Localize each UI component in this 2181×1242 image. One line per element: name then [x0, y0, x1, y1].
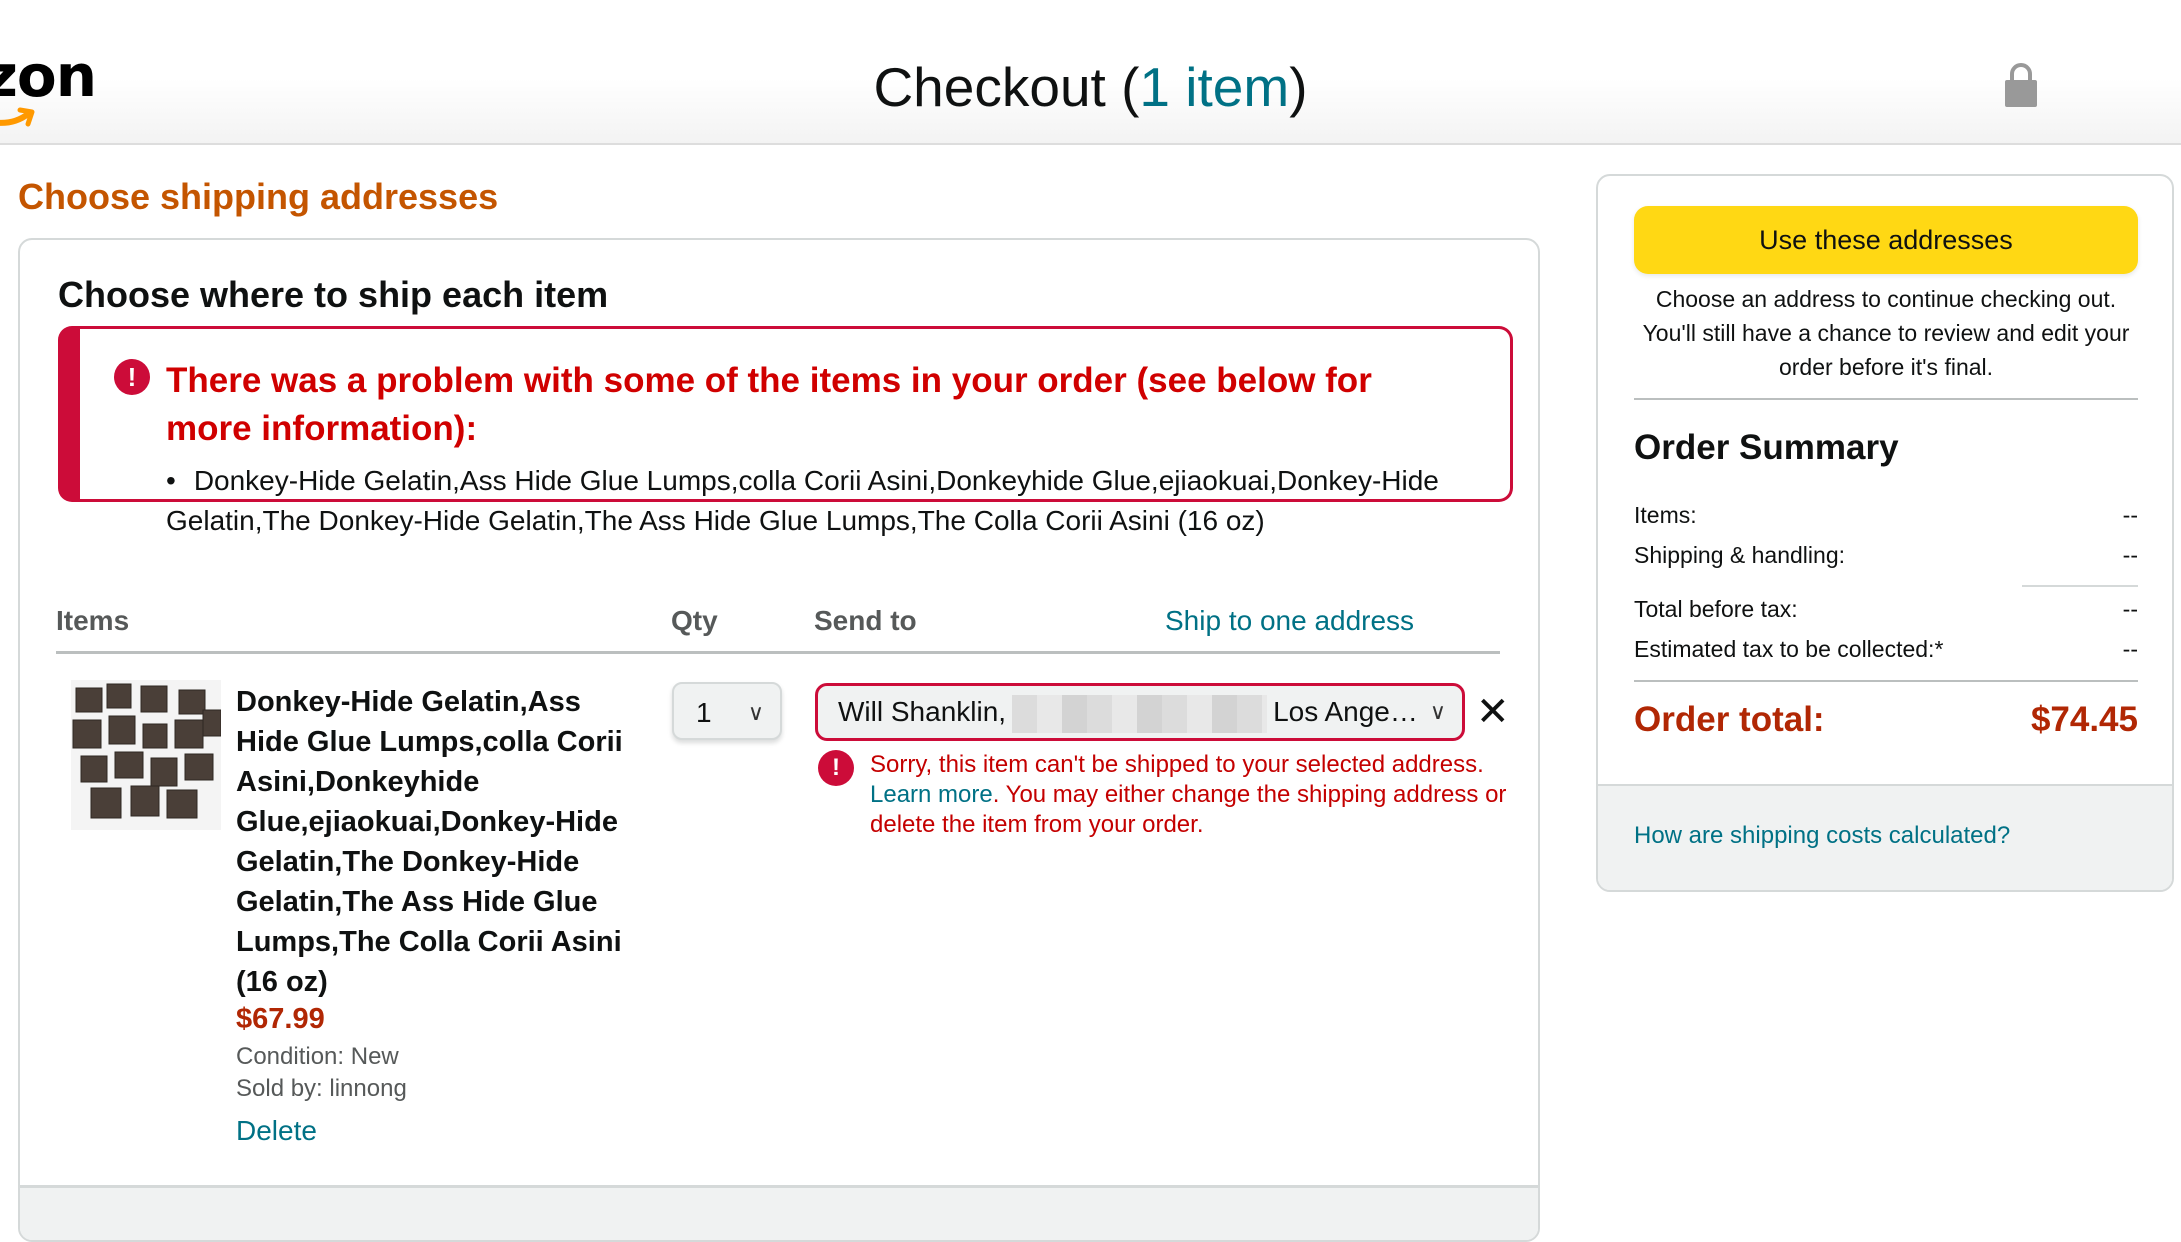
error-icon: ! [818, 750, 854, 786]
summary-value: -- [2122, 502, 2138, 528]
card-heading: Choose where to ship each item [58, 274, 609, 315]
address-name: Will Shanklin, [838, 696, 1007, 727]
ship-to-one-address-link[interactable]: Ship to one address [1165, 605, 1414, 637]
chevron-down-icon: ∨ [747, 700, 764, 725]
summary-label: Estimated tax to be collected:* [1634, 636, 1944, 662]
column-header-items: Items [56, 605, 130, 636]
product-price: $67.99 [236, 1003, 325, 1035]
alert-item-text: Donkey-Hide Gelatin,Ass Hide Glue Lumps,… [166, 465, 1439, 536]
alert-title: There was a problem with some of the ite… [166, 361, 1372, 448]
column-header-send-to: Send to [814, 605, 917, 636]
delete-item-link[interactable]: Delete [236, 1115, 317, 1147]
checkout-header: azon Checkout (1 item) [0, 0, 2181, 145]
gelatin-cubes-image [71, 680, 221, 830]
redacted-address [1012, 694, 1268, 733]
summary-value: -- [2122, 636, 2138, 662]
alert-item: • Donkey-Hide Gelatin,Ass Hide Glue Lumps… [166, 461, 1496, 541]
order-total-value: $74.45 [2030, 700, 2138, 739]
title-text: Checkout [873, 56, 1106, 118]
summary-row-total-before-tax: Total before tax: -- [1634, 596, 2138, 623]
column-header-qty: Qty [671, 605, 718, 636]
order-total-label: Order total: [1634, 700, 1825, 739]
section-title: Choose shipping addresses [18, 176, 499, 217]
quantity-value: 1 [696, 697, 712, 728]
divider [2022, 585, 2138, 587]
product-title[interactable]: Donkey-Hide Gelatin,Ass Hide Glue Lumps,… [236, 682, 646, 1002]
card-footer [20, 1185, 1538, 1240]
summary-value: -- [2122, 596, 2138, 622]
product-condition: Condition: New [236, 1043, 399, 1070]
alert-icon: ! [114, 359, 150, 395]
product-image[interactable] [71, 680, 221, 830]
order-summary-card: Use these addresses Choose an address to… [1596, 174, 2174, 892]
lock-icon [2005, 63, 2037, 107]
summary-row-tax: Estimated tax to be collected:* -- [1634, 636, 2138, 663]
order-total-row: Order total: $74.45 [1634, 700, 2138, 740]
problem-alert: ! There was a problem with some of the i… [58, 326, 1513, 536]
error-text-1: Sorry, this item can't be shipped to you… [870, 751, 1484, 778]
remove-address-button[interactable]: ✕ [1476, 690, 1510, 734]
shipping-error-message: Sorry, this item can't be shipped to you… [870, 750, 1510, 840]
summary-label: Items: [1634, 502, 1697, 528]
summary-label: Total before tax: [1634, 596, 1798, 622]
summary-value: -- [2122, 542, 2138, 568]
use-these-addresses-button[interactable]: Use these addresses [1634, 206, 2138, 274]
checkout-note: Choose an address to continue checking o… [1642, 286, 2130, 380]
bullet: • [166, 465, 176, 496]
learn-more-link[interactable]: Learn more [870, 781, 993, 808]
divider [1634, 398, 2138, 400]
page-title: Checkout (1 item) [873, 56, 1308, 118]
shipping-costs-link[interactable]: How are shipping costs calculated? [1634, 822, 2010, 850]
chevron-down-icon: ∨ [1429, 699, 1446, 724]
address-city: Los Ange… [1273, 696, 1418, 727]
summary-footer: How are shipping costs calculated? [1598, 784, 2172, 890]
divider [56, 651, 1500, 654]
summary-label: Shipping & handling: [1634, 542, 1845, 568]
summary-row-items: Items: -- [1634, 502, 2138, 529]
order-summary-title: Order Summary [1634, 428, 1899, 467]
divider [1634, 680, 2138, 682]
quantity-select[interactable]: 1 ∨ [672, 682, 782, 740]
item-count-link[interactable]: 1 item [1139, 56, 1289, 118]
address-select[interactable]: Will Shanklin, Los Ange… ∨ [815, 683, 1465, 741]
product-seller: Sold by: linnong [236, 1075, 407, 1102]
summary-row-shipping: Shipping & handling: -- [1634, 542, 2138, 569]
